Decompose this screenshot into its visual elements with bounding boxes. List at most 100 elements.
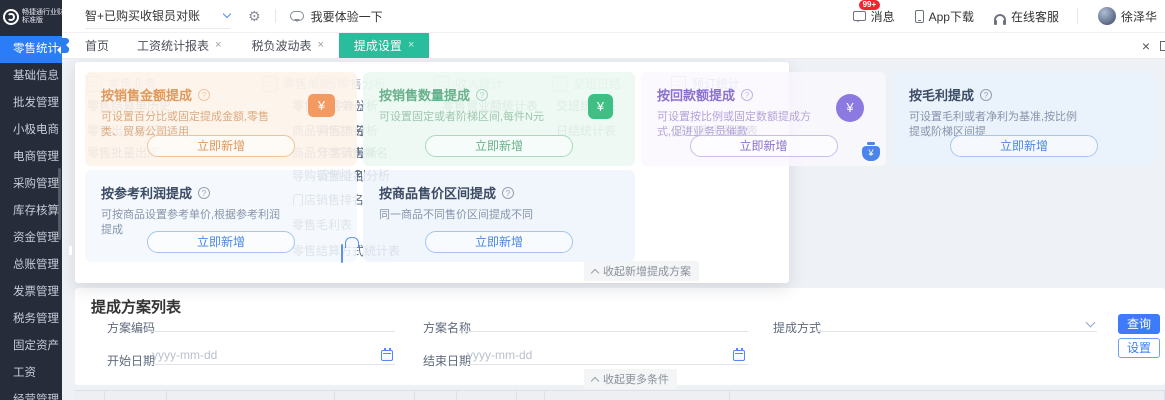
chat-bubble-icon <box>289 11 304 22</box>
sidebar-item-mini-ecommerce[interactable]: 小极电商 <box>0 117 62 144</box>
sidebar-item-tax[interactable]: 税务管理 <box>0 306 62 333</box>
close-icon[interactable] <box>408 40 414 51</box>
settings-button[interactable]: 设置 <box>1118 338 1160 358</box>
app-download-button[interactable]: App下载 <box>914 8 974 25</box>
collapse-new-scheme-button[interactable]: 收起新增提成方案 <box>584 261 699 281</box>
search-button[interactable]: 查询 <box>1118 314 1160 334</box>
tab-label: 工资统计报表 <box>137 39 210 53</box>
sidebar-item-ecommerce[interactable]: 电商管理 <box>0 144 62 171</box>
tab-salary-report[interactable]: 工资统计报表 <box>122 33 236 58</box>
sidebar-item-funds[interactable]: 资金管理 <box>0 225 62 252</box>
card-title: 按销售数量提成 <box>379 88 471 103</box>
add-now-button[interactable]: 立即新增 <box>689 135 838 157</box>
sidebar-item-inventory[interactable]: 库存核算 <box>0 198 62 225</box>
gear-icon[interactable]: ⚙ <box>248 9 261 23</box>
help-icon[interactable] <box>198 88 211 101</box>
tab-tax-fluctuation[interactable]: 税负波动表 <box>236 33 338 58</box>
brand-name-line1: 畅捷通行业财 <box>22 8 62 16</box>
commission-card-reference-profit: 按参考利润提成 可按商品设置参考单价,根据参考利润提成 立即新增 <box>85 170 357 262</box>
messages-badge: 99+ <box>857 0 882 11</box>
close-icon[interactable] <box>1142 39 1150 53</box>
add-now-button[interactable]: 立即新增 <box>425 135 573 157</box>
sidebar-item-label: 固定资产 <box>13 340 59 352</box>
divider <box>274 9 276 23</box>
help-icon[interactable] <box>476 88 489 101</box>
sidebar-item-payroll[interactable]: 工资 <box>0 360 62 387</box>
sidebar-item-label: 税务管理 <box>13 313 59 325</box>
plan-code-input[interactable] <box>150 312 395 332</box>
sidebar-item-purchasing[interactable]: 采购管理 <box>0 171 62 198</box>
flyout-arrow-icon <box>53 45 61 54</box>
calendar-money-icon <box>836 94 864 122</box>
message-icon <box>852 11 866 22</box>
user-menu[interactable]: 徐泽华 <box>1097 7 1157 25</box>
table-header-cell <box>457 390 517 400</box>
sidebar-item-retail-stats[interactable]: 零售统计 <box>0 36 62 63</box>
sidebar-item-basic-info[interactable]: 基础信息 <box>0 63 62 90</box>
online-support-button[interactable]: 在线客服 <box>993 8 1059 25</box>
help-icon[interactable] <box>741 88 754 101</box>
table-header-cell <box>167 390 335 400</box>
commission-card-price-range: 按商品售价区间提成 同一商品不同售价区间提成不同 立即新增 <box>341 170 635 263</box>
sidebar-item-label: 基础信息 <box>13 70 59 82</box>
sidebar-item-label: 小极电商 <box>13 124 59 136</box>
plan-name-input[interactable] <box>465 312 748 332</box>
tab-label: 税负波动表 <box>251 39 312 53</box>
card-description: 同一商品不同售价区间提成不同 <box>379 209 533 221</box>
tab-commission-settings[interactable]: 提成设置 <box>338 33 430 58</box>
sidebar: 畅捷通行业财 标准版 零售统计 基础信息 批发管理 小极电商 电商管理 采购管理… <box>0 0 62 400</box>
brand-logo-icon <box>3 9 19 25</box>
help-icon[interactable] <box>980 88 993 101</box>
sidebar-item-wholesale[interactable]: 批发管理 <box>0 90 62 117</box>
end-date-input[interactable] <box>465 345 748 365</box>
close-icon[interactable] <box>317 40 323 51</box>
card-title-row: 按毛利提成 <box>893 72 1155 104</box>
restore-window-icon[interactable] <box>1160 40 1165 51</box>
help-icon[interactable] <box>502 186 515 199</box>
table-header-cell <box>75 390 105 400</box>
brand-name: 畅捷通行业财 标准版 <box>22 9 62 26</box>
sidebar-item-fixed-assets[interactable]: 固定资产 <box>0 333 62 360</box>
start-date-input[interactable] <box>150 345 395 365</box>
wallet-icon <box>308 94 335 117</box>
sidebar-item-label: 库存核算 <box>13 205 59 217</box>
help-icon[interactable] <box>198 186 211 199</box>
commission-type-select[interactable] <box>815 312 1097 332</box>
sidebar-item-operations[interactable]: 经营管理 <box>0 387 62 400</box>
add-now-button[interactable]: 立即新增 <box>950 135 1098 157</box>
collapse-more-filters-button[interactable]: 收起更多条件 <box>584 369 677 389</box>
add-now-button[interactable]: 立即新增 <box>147 231 295 253</box>
card-title-row: 按参考利润提成 <box>85 170 357 202</box>
sidebar-item-general-ledger[interactable]: 总账管理 <box>0 252 62 279</box>
sidebar-item-invoice[interactable]: 发票管理 <box>0 279 62 306</box>
tabbar-actions <box>1142 33 1165 58</box>
plan-table-header <box>75 390 1165 400</box>
app-download-label: App下载 <box>928 9 974 24</box>
sidebar-collapse-handle[interactable] <box>62 38 69 53</box>
calendar-icon[interactable] <box>381 348 393 361</box>
end-date-label: 结束日期 <box>423 354 472 368</box>
chevron-up-icon <box>590 376 600 385</box>
experience-label: 我要体验一下 <box>310 9 383 24</box>
experience-link[interactable]: 我要体验一下 <box>289 8 383 25</box>
workspace-selector[interactable]: 智+已购买收银员对账 <box>85 3 232 29</box>
tab-home[interactable]: 首页 <box>72 33 122 58</box>
messages-button[interactable]: 99+ 消息 <box>852 0 895 25</box>
sidebar-scrollbar[interactable] <box>58 168 61 240</box>
workspace-selector-value: 智+已购买收银员对账 <box>85 9 201 23</box>
plan-code-label: 方案编码 <box>107 321 156 335</box>
add-now-button[interactable]: 立即新增 <box>425 231 573 253</box>
calendar-icon[interactable] <box>733 348 745 361</box>
card-title: 按参考利润提成 <box>101 186 193 201</box>
collapse-label: 收起更多条件 <box>603 374 669 386</box>
topbar: 智+已购买收银员对账 ⚙ 我要体验一下 99+ 消息 App下载 在线客服 徐泽… <box>62 0 1165 33</box>
brand-logo: 畅捷通行业财 标准版 <box>0 0 62 34</box>
commission-card-sales-amount: 按销售金额提成 可设置百分比或固定提成金额,零售类、贸易公司适用 立即新增 <box>85 72 357 166</box>
chevron-up-icon <box>590 268 600 277</box>
close-icon[interactable] <box>215 40 221 51</box>
add-now-button[interactable]: 立即新增 <box>147 135 295 157</box>
sidebar-item-label: 发票管理 <box>13 286 59 298</box>
commission-type-label: 提成方式 <box>773 321 822 335</box>
divider <box>1076 8 1078 24</box>
commission-card-payment-collection: 按回款额提成 可设置按比例或固定数额提成方式,促进业务员催款 立即新增 <box>641 72 886 166</box>
